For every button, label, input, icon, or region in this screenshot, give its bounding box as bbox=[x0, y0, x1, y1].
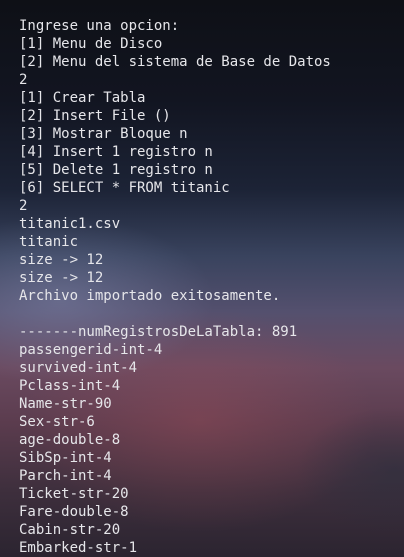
schema-field: Fare-double-8 bbox=[19, 504, 129, 520]
output-size: size -> 12 bbox=[19, 252, 104, 268]
menu-option-create-table: [1] Crear Tabla bbox=[19, 90, 146, 106]
schema-field: SibSp-int-4 bbox=[19, 450, 112, 466]
schema-field: Sex-str-6 bbox=[19, 414, 95, 430]
menu-option-insert-record: [4] Insert 1 registro n bbox=[19, 144, 213, 160]
menu-option-db-system: [2] Menu del sistema de Base de Datos bbox=[19, 54, 331, 70]
output-size: size -> 12 bbox=[19, 270, 104, 286]
prompt-title: Ingrese una opcion: bbox=[19, 18, 180, 34]
menu-option-disk: [1] Menu de Disco bbox=[19, 36, 163, 52]
schema-field: Parch-int-4 bbox=[19, 468, 112, 484]
user-input-choice: 2 bbox=[19, 72, 28, 88]
schema-field: survived-int-4 bbox=[19, 360, 138, 376]
terminal-output[interactable]: Ingrese una opcion: [1] Menu de Disco [2… bbox=[0, 0, 404, 557]
schema-field: Embarked-str-1 bbox=[19, 540, 138, 556]
user-input-tablename: titanic bbox=[19, 234, 79, 250]
menu-option-select: [6] SELECT * FROM titanic bbox=[19, 180, 230, 196]
schema-field: passengerid-int-4 bbox=[19, 342, 163, 358]
menu-option-insert-file: [2] Insert File () bbox=[19, 108, 171, 124]
schema-field: Cabin-str-20 bbox=[19, 522, 121, 538]
output-record-count: -------numRegistrosDeLaTabla: 891 bbox=[19, 324, 298, 340]
schema-field: Pclass-int-4 bbox=[19, 378, 121, 394]
output-import-success: Archivo importado exitosamente. bbox=[19, 288, 281, 304]
menu-option-delete-record: [5] Delete 1 registro n bbox=[19, 162, 213, 178]
user-input-filename: titanic1.csv bbox=[19, 216, 121, 232]
schema-field: age-double-8 bbox=[19, 432, 121, 448]
menu-option-show-block: [3] Mostrar Bloque n bbox=[19, 126, 188, 142]
user-input-choice: 2 bbox=[19, 198, 28, 214]
schema-field: Ticket-str-20 bbox=[19, 486, 129, 502]
schema-field: Name-str-90 bbox=[19, 396, 112, 412]
